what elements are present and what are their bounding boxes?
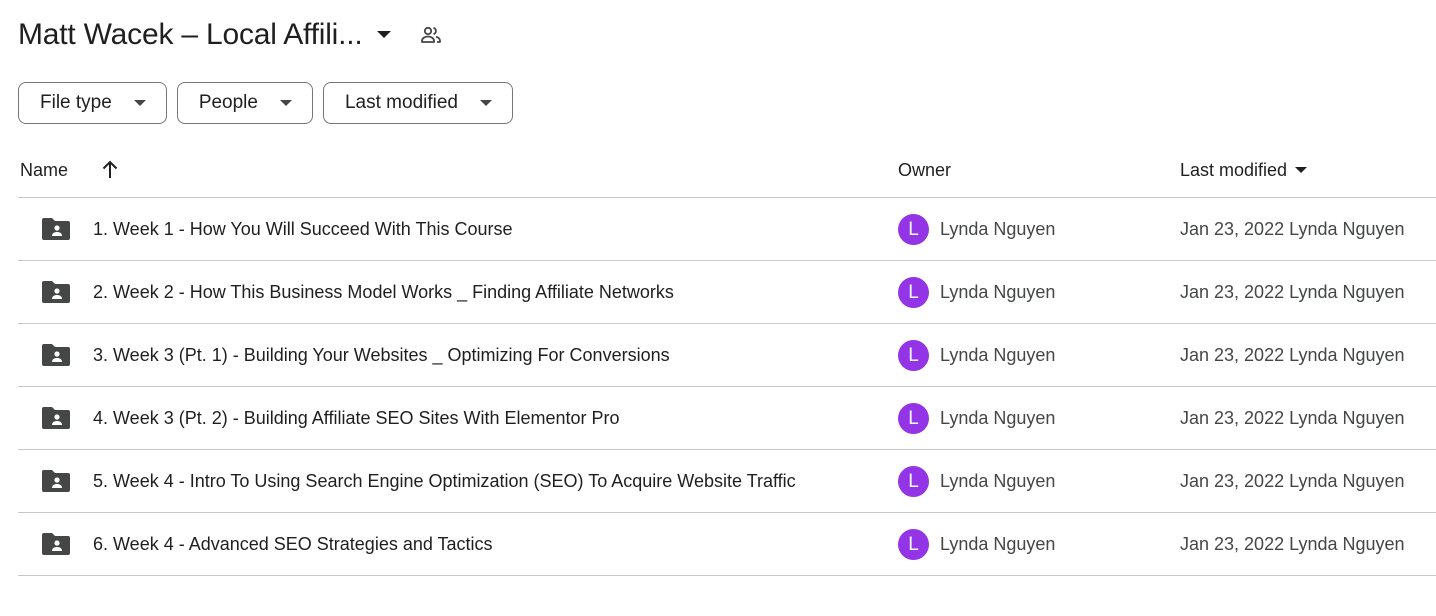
last-modified-filter[interactable]: Last modified [322,82,513,124]
modified-by: Lynda Nguyen [1289,408,1405,428]
caret-down-icon [1295,167,1308,174]
shared-folder-icon [42,344,70,366]
filter-label: People [198,92,258,113]
modified-by: Lynda Nguyen [1289,219,1405,239]
modified-by: Lynda Nguyen [1289,471,1405,491]
file-name: 6. Week 4 - Advanced SEO Strategies and … [93,534,493,554]
filter-label: Last modified [344,92,458,113]
folder-title[interactable]: Matt Wacek – Local Affili... [18,18,363,52]
avatar: L [898,529,929,560]
last-modified-cell: Jan 23, 2022 Lynda Nguyen [1180,219,1405,240]
file-type-filter[interactable]: File type [18,82,167,124]
modified-by: Lynda Nguyen [1289,282,1405,302]
owner-name: Lynda Nguyen [940,345,1056,365]
shared-folder-icon [42,281,70,303]
table-row[interactable]: 4. Week 3 (Pt. 2) - Building Affiliate S… [18,387,1436,450]
people-filter[interactable]: People [176,82,313,124]
column-header-name[interactable]: Name [20,160,68,181]
modified-date: Jan 23, 2022 [1180,219,1285,239]
file-list: 1. Week 1 - How You Will Succeed With Th… [18,198,1436,576]
column-header-owner: Owner [898,160,952,180]
avatar: L [898,277,929,308]
arrow-up-icon[interactable] [100,159,120,181]
modified-date: Jan 23, 2022 [1180,345,1285,365]
table-row[interactable]: 1. Week 1 - How You Will Succeed With Th… [18,198,1436,261]
chevron-down-icon[interactable] [376,30,391,40]
owner-name: Lynda Nguyen [940,471,1056,491]
avatar: L [898,340,929,371]
filter-bar: File type People Last modified [18,82,513,124]
last-modified-cell: Jan 23, 2022 Lynda Nguyen [1180,282,1405,303]
file-name: 3. Week 3 (Pt. 1) - Building Your Websit… [93,345,670,365]
avatar: L [898,403,929,434]
shared-folder-icon [42,533,70,555]
owner-name: Lynda Nguyen [940,534,1056,554]
last-modified-cell: Jan 23, 2022 Lynda Nguyen [1180,534,1405,555]
table-row[interactable]: 2. Week 2 - How This Business Model Work… [18,261,1436,324]
file-name: 2. Week 2 - How This Business Model Work… [93,282,674,302]
column-header-last-modified-label: Last modified [1180,160,1288,180]
chevron-down-icon [133,99,146,107]
chevron-down-icon [480,99,492,107]
file-table: Name Owner Last modified 1. Week 1 - How… [18,146,1436,576]
shared-folder-icon [42,470,70,492]
table-row[interactable]: 6. Week 4 - Advanced SEO Strategies and … [18,513,1436,576]
avatar: L [898,214,929,245]
modified-date: Jan 23, 2022 [1180,471,1285,491]
last-modified-cell: Jan 23, 2022 Lynda Nguyen [1180,471,1405,492]
modified-date: Jan 23, 2022 [1180,282,1285,302]
file-name: 1. Week 1 - How You Will Succeed With Th… [93,219,513,239]
shared-folder-icon [42,218,70,240]
shared-people-icon [419,23,443,47]
table-row[interactable]: 3. Week 3 (Pt. 1) - Building Your Websit… [18,324,1436,387]
last-modified-cell: Jan 23, 2022 Lynda Nguyen [1180,408,1405,429]
column-header-last-modified[interactable]: Last modified [1180,160,1308,181]
folder-header: Matt Wacek – Local Affili... [18,14,443,56]
chevron-down-icon [279,99,292,107]
file-name: 4. Week 3 (Pt. 2) - Building Affiliate S… [93,408,620,428]
modified-by: Lynda Nguyen [1289,345,1405,365]
owner-name: Lynda Nguyen [940,219,1056,239]
table-row[interactable]: 5. Week 4 - Intro To Using Search Engine… [18,450,1436,513]
owner-name: Lynda Nguyen [940,408,1056,428]
table-header: Name Owner Last modified [18,146,1436,198]
modified-date: Jan 23, 2022 [1180,534,1285,554]
last-modified-cell: Jan 23, 2022 Lynda Nguyen [1180,345,1405,366]
modified-date: Jan 23, 2022 [1180,408,1285,428]
file-name: 5. Week 4 - Intro To Using Search Engine… [93,471,796,491]
filter-label: File type [40,92,112,113]
owner-name: Lynda Nguyen [940,282,1056,302]
modified-by: Lynda Nguyen [1289,534,1405,554]
shared-folder-icon [42,407,70,429]
avatar: L [898,466,929,497]
